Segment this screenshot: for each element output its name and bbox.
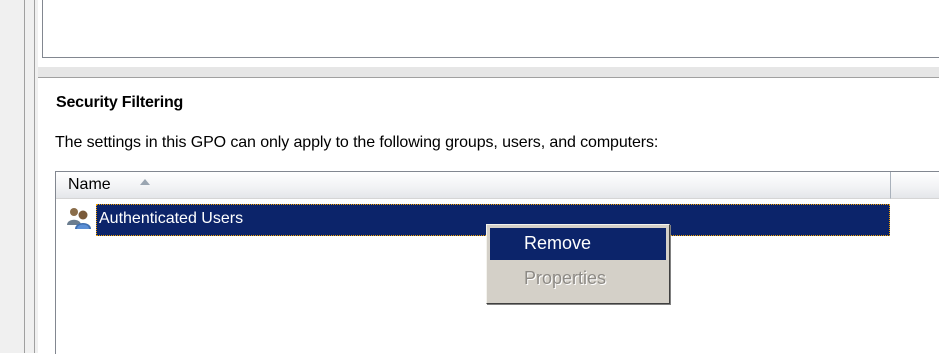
frame-divider — [24, 0, 25, 353]
context-menu: Remove Properties — [486, 224, 670, 304]
sort-ascending-icon — [140, 179, 150, 185]
section-title: Security Filtering — [56, 94, 184, 111]
list-item[interactable]: Authenticated Users — [64, 204, 890, 236]
frame-divider — [34, 0, 35, 353]
section-description: The settings in this GPO can only apply … — [55, 134, 659, 151]
menu-item-remove[interactable]: Remove — [490, 228, 666, 260]
pane-splitter[interactable] — [38, 66, 939, 78]
users-group-icon — [64, 204, 96, 234]
column-header-empty[interactable] — [891, 172, 939, 199]
menu-item-properties[interactable]: Properties — [490, 263, 666, 295]
upper-list-panel[interactable] — [42, 0, 939, 58]
column-header-label: Name — [68, 176, 111, 193]
window-frame-left — [0, 0, 38, 353]
column-header-name[interactable]: Name — [56, 172, 891, 199]
